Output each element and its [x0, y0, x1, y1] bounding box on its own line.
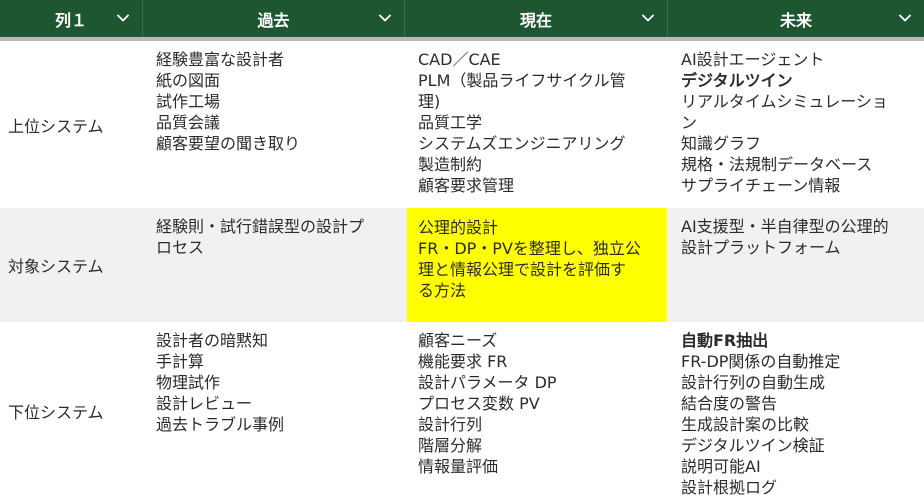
cell-line: ロセス — [156, 238, 205, 257]
cell-line: 結合度の警告 — [681, 394, 778, 413]
table-header: 列１ 過去 現在 未来 — [0, 0, 924, 41]
data-table: 列１ 過去 現在 未来 上位システム 経験豊富な設計者 紙の図面 試作工場 品質… — [0, 0, 924, 500]
cell-past[interactable]: 経験則・試行錯誤型の設計プ ロセス — [142, 208, 404, 322]
cell-line: 公理的設計 — [418, 218, 499, 237]
cell-line: 顧客ニーズ — [418, 331, 498, 350]
cell-line: 設計行列 — [418, 415, 483, 434]
cell-line: 設計根拠ログ — [681, 478, 778, 497]
cell-line: システムズエンジニアリング — [418, 134, 626, 153]
cell-line: 知識グラフ — [681, 134, 762, 153]
column-header-label: 列１ — [54, 10, 87, 30]
cell-line: 設計パラメータ DP — [418, 373, 557, 392]
highlighted-cell: 公理的設計 FR・DP・PVを整理し、独立公 理と情報公理で設計を評価す る方法 — [407, 208, 667, 322]
column-header-future[interactable]: 未来 — [667, 0, 924, 37]
row-label: 下位システム — [8, 403, 104, 422]
chevron-down-icon[interactable] — [898, 11, 912, 25]
cell-line: 顧客要求管理 — [418, 176, 515, 195]
cell-line: AI支援型・半自律型の公理的 — [681, 217, 889, 236]
cell-line: 理と情報公理で設計を評価す — [418, 260, 627, 279]
cell-line: 紙の図面 — [156, 71, 221, 90]
cell-line: 情報量評価 — [418, 457, 499, 476]
cell-line: 経験豊富な設計者 — [156, 50, 285, 69]
cell-line: FR・DP・PVを整理し、独立公 — [418, 239, 641, 258]
cell-line: 設計レビュー — [156, 394, 253, 413]
column-header-past[interactable]: 過去 — [142, 0, 404, 37]
chevron-down-icon[interactable] — [378, 11, 392, 25]
cell-line: 試作工場 — [156, 92, 221, 111]
cell-line: 説明可能AI — [681, 457, 761, 476]
cell-line: PLM（製品ライフサイクル管 — [418, 71, 626, 90]
cell-line: 品質会議 — [156, 113, 221, 132]
cell-past[interactable]: 経験豊富な設計者 紙の図面 試作工場 品質会議 顧客要望の聞き取り — [142, 41, 404, 208]
row-label: 上位システム — [8, 116, 104, 136]
cell-line: る方法 — [418, 281, 467, 300]
cell-future[interactable]: AI支援型・半自律型の公理的 設計プラットフォーム — [667, 208, 924, 322]
cell-future[interactable]: 自動FR抽出 FR-DP関係の自動推定 設計行列の自動生成 結合度の警告 生成設… — [667, 322, 924, 500]
cell-line: 顧客要望の聞き取り — [156, 134, 301, 153]
cell-line: 機能要求 FR — [418, 352, 508, 371]
cell-line: 設計行列の自動生成 — [681, 373, 826, 392]
cell-line: デジタルツイン検証 — [681, 436, 825, 455]
chevron-down-icon[interactable] — [641, 11, 655, 25]
chevron-down-icon[interactable] — [116, 11, 130, 25]
cell-present[interactable]: 顧客ニーズ 機能要求 FR 設計パラメータ DP プロセス変数 PV 設計行列 … — [404, 322, 667, 500]
cell-line: ン — [681, 113, 698, 132]
cell-line: 品質工学 — [418, 113, 483, 132]
cell-line: AI設計エージェント — [681, 50, 825, 69]
row-label: 対象システム — [8, 257, 104, 276]
cell-past[interactable]: 設計者の暗黙知 手計算 物理試作 設計レビュー 過去トラブル事例 — [142, 322, 404, 500]
cell-line: 規格・法規制データベース — [681, 155, 873, 174]
cell-line: 経験則・試行錯誤型の設計プ — [156, 217, 365, 236]
column-header-label: 現在 — [519, 10, 552, 30]
cell-line: 過去トラブル事例 — [156, 415, 285, 434]
cell-line: プロセス変数 PV — [418, 394, 540, 413]
table-row[interactable]: 上位システム 経験豊富な設計者 紙の図面 試作工場 品質会議 顧客要望の聞き取り… — [0, 41, 924, 208]
column-header-label: 過去 — [257, 10, 290, 30]
table-row[interactable]: 下位システム 設計者の暗黙知 手計算 物理試作 設計レビュー 過去トラブル事例 … — [0, 322, 924, 500]
cell-line-bold: デジタルツイン — [681, 71, 793, 90]
column-header-1[interactable]: 列１ — [0, 0, 142, 37]
cell-line: 設計プラットフォーム — [681, 238, 841, 257]
cell-present[interactable]: CAD／CAE PLM（製品ライフサイクル管 理) 品質工学 システムズエンジニ… — [404, 41, 667, 208]
cell-line: 設計者の暗黙知 — [156, 331, 269, 350]
cell-line: CAD／CAE — [418, 50, 501, 69]
table-row[interactable]: 対象システム 経験則・試行錯誤型の設計プ ロセス 公理的設計 FR・DP・PVを… — [0, 208, 924, 322]
cell-line: 手計算 — [156, 352, 205, 371]
cell-line: 製造制約 — [418, 155, 483, 174]
cell-line: 理) — [418, 92, 441, 111]
cell-line: 階層分解 — [418, 436, 483, 455]
cell-line: リアルタイムシミュレーショ — [681, 92, 888, 111]
cell-future[interactable]: AI設計エージェント デジタルツイン リアルタイムシミュレーショ ン 知識グラフ… — [667, 41, 924, 208]
cell-line: 生成設計案の比較 — [681, 415, 810, 434]
column-header-label: 未来 — [779, 10, 812, 30]
cell-present[interactable]: 公理的設計 FR・DP・PVを整理し、独立公 理と情報公理で設計を評価す る方法 — [404, 208, 667, 322]
cell-line: FR-DP関係の自動推定 — [681, 352, 841, 371]
column-header-present[interactable]: 現在 — [404, 0, 667, 37]
cell-line: サプライチェーン情報 — [681, 176, 841, 195]
cell-line-bold: 自動FR抽出 — [681, 331, 769, 350]
cell-line: 物理試作 — [156, 373, 221, 392]
